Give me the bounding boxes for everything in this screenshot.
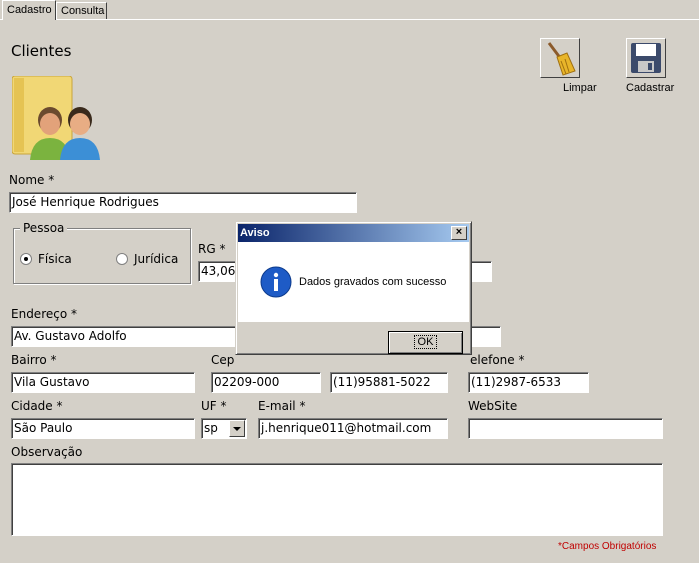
- bairro-field[interactable]: Vila Gustavo: [11, 372, 195, 393]
- uf-select[interactable]: sp: [201, 418, 247, 439]
- dialog-body: Dados gravados com sucesso: [238, 242, 469, 322]
- clear-label: Limpar: [563, 82, 597, 94]
- dialog-title-bar[interactable]: Aviso ×: [238, 224, 469, 242]
- email-label: E-mail *: [258, 399, 306, 413]
- fisica-radio[interactable]: [20, 253, 32, 265]
- juridica-radio[interactable]: [116, 253, 128, 265]
- required-fields-note: *Campos Obrigatórios: [558, 541, 657, 552]
- bairro-label: Bairro *: [11, 353, 57, 367]
- tab-strip: Cadastro Consulta: [0, 0, 699, 20]
- clients-folder-icon: [11, 75, 104, 160]
- endereco-label: Endereço *: [11, 307, 77, 321]
- fisica-label: Física: [38, 252, 72, 266]
- ok-button[interactable]: OK: [388, 331, 463, 354]
- save-label: Cadastrar: [626, 82, 675, 94]
- broom-icon: [547, 42, 576, 76]
- tab-divider: [0, 19, 699, 20]
- tab-consulta[interactable]: Consulta: [56, 2, 107, 19]
- observacao-label: Observação: [11, 445, 83, 459]
- website-field[interactable]: [468, 418, 663, 439]
- email-field[interactable]: j.henrique011@hotmail.com: [258, 418, 448, 439]
- juridica-label: Jurídica: [134, 252, 179, 266]
- celular-field[interactable]: (11)95881-5022: [330, 372, 448, 393]
- info-icon: [260, 266, 292, 298]
- page-title: Clientes: [11, 42, 72, 60]
- uf-value: sp: [204, 421, 218, 435]
- website-label: WebSite: [468, 399, 518, 413]
- dialog-message: Dados gravados com sucesso: [299, 276, 447, 288]
- clear-button[interactable]: [540, 38, 580, 78]
- rg-label: RG *: [198, 242, 226, 256]
- uf-dropdown-button[interactable]: [229, 420, 245, 437]
- uf-label: UF *: [201, 399, 227, 413]
- floppy-disk-icon: [631, 43, 661, 73]
- pessoa-legend: Pessoa: [20, 221, 68, 235]
- cep-label: Cep: [211, 353, 235, 367]
- dialog-close-button[interactable]: ×: [451, 226, 467, 240]
- ok-label: OK: [413, 335, 438, 349]
- telefone-field[interactable]: (11)2987-6533: [468, 372, 589, 393]
- telefone-label: elefone *: [470, 353, 525, 367]
- cep-field[interactable]: 02209-000: [211, 372, 321, 393]
- tab-cadastro[interactable]: Cadastro: [2, 0, 56, 20]
- nome-label: Nome *: [9, 173, 55, 187]
- close-icon: ×: [455, 226, 463, 238]
- cidade-label: Cidade *: [11, 399, 63, 413]
- chevron-down-icon: [233, 427, 241, 431]
- dialog-title: Aviso: [240, 227, 270, 239]
- save-button[interactable]: [626, 38, 666, 78]
- aviso-dialog: Aviso × Dados gravados com sucesso OK: [235, 221, 472, 355]
- cidade-field[interactable]: São Paulo: [11, 418, 195, 439]
- nome-field[interactable]: José Henrique Rodrigues: [9, 192, 357, 213]
- observacao-textarea[interactable]: [11, 463, 663, 536]
